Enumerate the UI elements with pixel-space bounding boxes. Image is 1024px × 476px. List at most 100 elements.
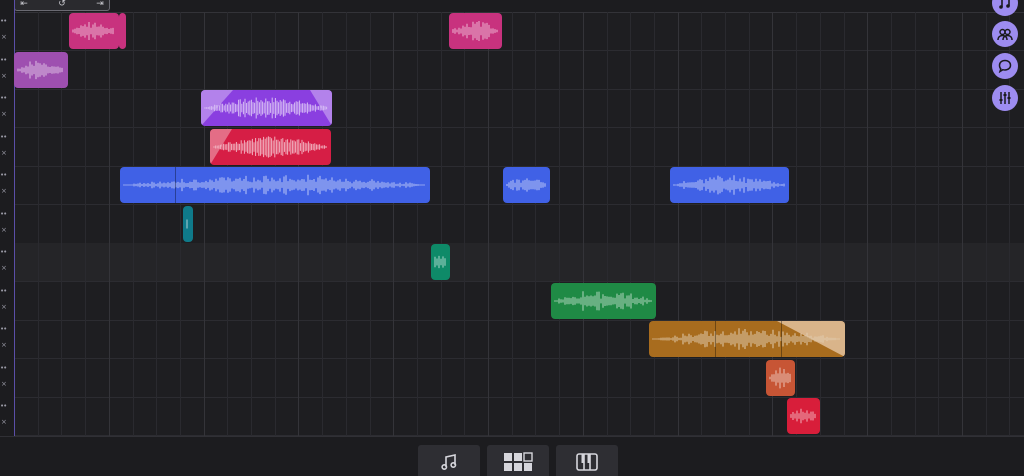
grid-line <box>203 12 205 436</box>
track-lane <box>14 51 1024 90</box>
grid-line <box>843 12 845 436</box>
grid-line <box>701 12 703 436</box>
notes-view-button[interactable] <box>418 445 480 476</box>
grid-line <box>511 12 513 436</box>
audio-clip[interactable] <box>431 244 450 280</box>
track-remove-icon[interactable]: × <box>1 226 7 234</box>
mixer-icon[interactable] <box>992 85 1018 111</box>
grid-line <box>867 12 869 436</box>
track-menu-icon[interactable]: •• <box>0 326 7 333</box>
grid-line <box>606 12 608 436</box>
grid-line <box>914 12 916 436</box>
track-remove-icon[interactable]: × <box>1 188 7 195</box>
audio-clip[interactable] <box>69 13 119 49</box>
grid-line <box>535 12 537 436</box>
audio-clip[interactable] <box>120 167 430 203</box>
grid-line <box>156 12 158 436</box>
clip-split <box>781 321 782 357</box>
track-remove-icon[interactable]: × <box>1 303 7 311</box>
audio-clip[interactable] <box>649 321 845 357</box>
waveform <box>673 175 785 195</box>
grid-line <box>725 12 726 436</box>
track-menu-icon[interactable]: •• <box>0 95 7 102</box>
audio-clip[interactable] <box>766 359 795 396</box>
grid-line <box>819 12 821 436</box>
grid-line <box>582 12 584 436</box>
audio-clip[interactable] <box>449 13 502 49</box>
track-menu-icon[interactable]: •• <box>0 364 7 372</box>
track-menu-icon[interactable]: •• <box>0 249 7 256</box>
grid-view-button[interactable] <box>487 445 549 476</box>
track-remove-icon[interactable]: × <box>1 380 7 388</box>
audio-clip[interactable] <box>551 282 656 319</box>
grid-line <box>179 12 181 436</box>
track-menu-icon[interactable]: •• <box>0 287 7 295</box>
waveform <box>123 174 425 196</box>
chat-icon[interactable] <box>992 53 1018 79</box>
grid-line <box>796 12 798 436</box>
grid-line <box>85 12 87 436</box>
audio-clip[interactable] <box>670 167 789 203</box>
audio-clip[interactable] <box>210 128 331 165</box>
grid-line <box>559 12 561 436</box>
grid-line <box>464 12 466 436</box>
track-remove-icon[interactable]: × <box>1 265 7 272</box>
grid-line <box>488 12 489 436</box>
collaborators-icon[interactable] <box>992 21 1018 47</box>
grid-line <box>938 12 940 436</box>
grid-line <box>393 12 395 436</box>
waveform <box>186 219 188 228</box>
track-remove-icon[interactable]: × <box>1 149 7 157</box>
grid-line <box>345 12 347 436</box>
grid-line <box>962 12 963 436</box>
waveform <box>201 90 332 126</box>
track-remove-icon[interactable]: × <box>1 72 7 80</box>
track-lane <box>14 282 1024 321</box>
undo-icon[interactable]: ↺ <box>57 0 67 9</box>
track-lane <box>14 128 1024 167</box>
grid-line <box>298 12 300 436</box>
audio-clip[interactable] <box>14 51 68 88</box>
waveform <box>17 60 63 79</box>
audio-clip[interactable] <box>787 398 820 434</box>
loop-end-icon[interactable]: ⇥ <box>95 0 105 9</box>
track-remove-icon[interactable]: × <box>1 419 7 426</box>
waveform <box>452 21 498 41</box>
track-lane <box>14 205 1024 244</box>
track-lane <box>14 89 1024 128</box>
audio-clip[interactable] <box>183 205 193 242</box>
clip-split <box>715 321 716 357</box>
track-menu-icon[interactable]: •• <box>0 210 7 218</box>
transport-group: ⇤ ↺ ⇥ <box>14 0 110 11</box>
grid-line <box>416 12 418 436</box>
piano-view-button[interactable] <box>556 445 618 476</box>
track-lane <box>14 12 1024 51</box>
loop-start-icon[interactable]: ⇤ <box>19 0 29 9</box>
track-menu-icon[interactable]: •• <box>0 18 7 25</box>
grid-line <box>274 12 276 436</box>
waveform <box>210 128 327 165</box>
track-menu-icon[interactable]: •• <box>0 56 7 64</box>
audio-clip[interactable] <box>503 167 550 203</box>
grid-line <box>251 12 252 436</box>
waveform <box>790 408 816 424</box>
track-lane <box>14 359 1024 398</box>
grid-line <box>132 12 134 436</box>
waveform <box>652 321 845 357</box>
track-menu-icon[interactable]: •• <box>0 133 7 141</box>
daw-arrangement-view: ⇤ ↺ ⇥ •• × •• × •• × •• × •• × •• × •• × •• × •• × •• × •• × <box>0 0 1024 476</box>
waveform <box>506 178 546 192</box>
grid-line <box>322 12 324 436</box>
track-menu-icon[interactable]: •• <box>0 403 7 410</box>
grid-line <box>630 12 632 436</box>
audio-clip[interactable] <box>119 13 126 49</box>
waveform <box>119 13 126 49</box>
track-remove-icon[interactable]: × <box>1 34 7 41</box>
track-remove-icon[interactable]: × <box>1 342 7 349</box>
clip-split <box>175 167 176 203</box>
track-menu-icon[interactable]: •• <box>0 172 7 179</box>
track-remove-icon[interactable]: × <box>1 111 7 118</box>
grid-line <box>440 12 442 436</box>
audio-clip[interactable] <box>201 90 332 126</box>
pad-grid-icon <box>504 452 533 471</box>
